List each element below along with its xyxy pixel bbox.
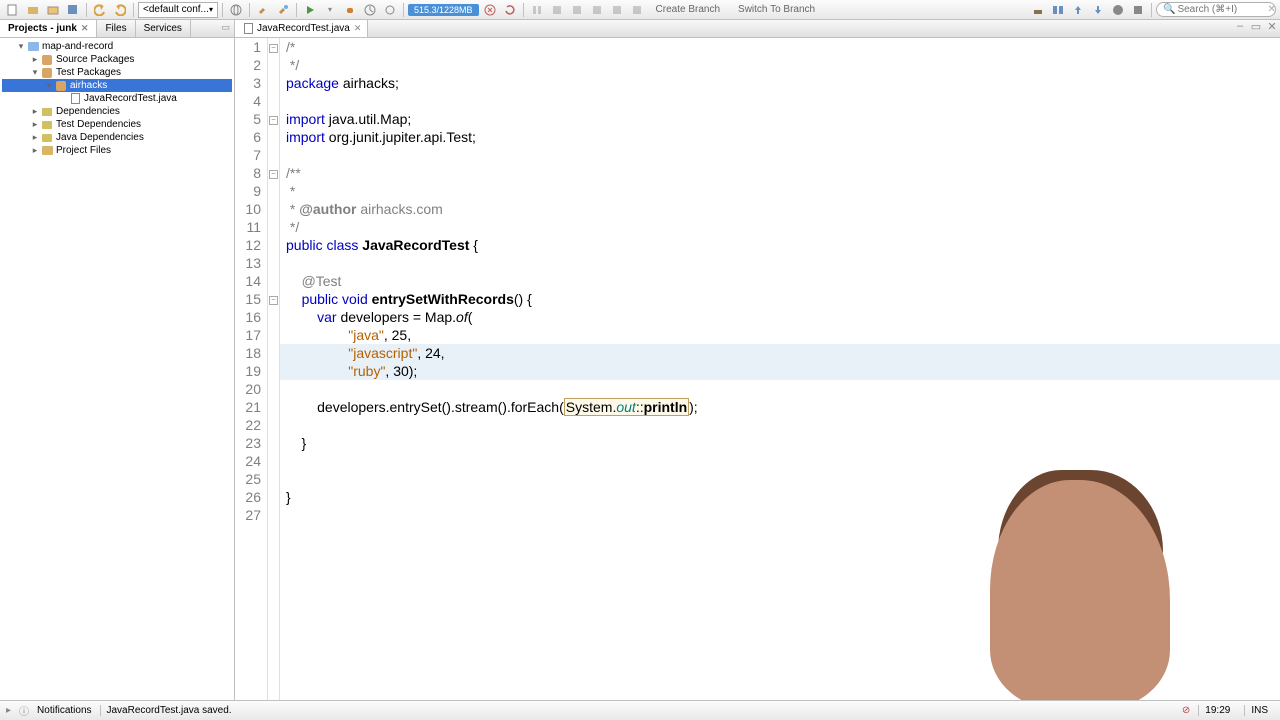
minimize-editor-icon[interactable]: ‒	[1232, 20, 1248, 37]
config-combo[interactable]: <default conf...▾	[138, 2, 218, 18]
build-icon[interactable]	[254, 2, 272, 18]
close-tab-icon[interactable]: ✕	[81, 23, 89, 34]
profile-icon[interactable]	[361, 2, 379, 18]
tree-node-map-and-record[interactable]: ▾map-and-record	[2, 40, 232, 53]
tab-services[interactable]: Services	[136, 20, 191, 37]
tree-node-project-files[interactable]: ▸Project Files	[2, 144, 232, 157]
project-tree[interactable]: ▾map-and-record▸Source Packages▾Test Pac…	[0, 38, 234, 700]
notifications-label[interactable]: Notifications	[37, 705, 91, 716]
search-icon: 🔍	[1163, 4, 1175, 15]
webcam-overlay	[980, 430, 1200, 700]
run-dropdown-icon[interactable]: ▾	[321, 2, 339, 18]
switch-branch-link[interactable]: Switch To Branch	[730, 4, 823, 15]
fold-toggle-icon[interactable]: −	[269, 116, 278, 125]
open-icon[interactable]	[44, 2, 62, 18]
status-bar: ▸ ⓘ Notifications JavaRecordTest.java sa…	[0, 700, 1280, 720]
insert-mode: INS	[1244, 705, 1274, 716]
editor-area: JavaRecordTest.java ✕ ‒ ▭ ✕ 123456789101…	[235, 20, 1280, 700]
git-push-icon[interactable]	[1069, 2, 1087, 18]
save-all-icon[interactable]	[64, 2, 82, 18]
attach-debugger-icon[interactable]	[381, 2, 399, 18]
fold-toggle-icon[interactable]: −	[269, 170, 278, 179]
run-to-cursor-icon[interactable]	[608, 2, 626, 18]
globe-icon[interactable]	[227, 2, 245, 18]
minimize-panel-icon[interactable]: ▭	[217, 20, 234, 37]
tree-node-dependencies[interactable]: ▸Dependencies	[2, 105, 232, 118]
close-editor-tab-icon[interactable]: ✕	[354, 23, 362, 34]
search-input[interactable]	[1177, 4, 1267, 15]
step-out-icon[interactable]	[588, 2, 606, 18]
apply-code-icon[interactable]	[628, 2, 646, 18]
redo-icon[interactable]	[111, 2, 129, 18]
step-into-icon[interactable]	[568, 2, 586, 18]
git-history-icon[interactable]	[1109, 2, 1127, 18]
tab-files[interactable]: Files	[97, 20, 135, 37]
tree-node-test-dependencies[interactable]: ▸Test Dependencies	[2, 118, 232, 131]
error-indicator-icon[interactable]: ⊘	[1182, 705, 1190, 716]
editor-tab-javarecordtest[interactable]: JavaRecordTest.java ✕	[235, 20, 368, 37]
tree-node-javarecordtest-java[interactable]: JavaRecordTest.java	[2, 92, 232, 105]
status-message: JavaRecordTest.java saved.	[100, 705, 238, 716]
notifications-icon[interactable]: ⓘ	[19, 703, 29, 718]
git-commit-icon[interactable]	[1029, 2, 1047, 18]
debug-icon[interactable]	[341, 2, 359, 18]
editor-tabs: JavaRecordTest.java ✕ ‒ ▭ ✕	[235, 20, 1280, 38]
close-editor-icon[interactable]: ✕	[1264, 20, 1280, 37]
step-over-icon[interactable]	[548, 2, 566, 18]
reload-icon[interactable]	[501, 2, 519, 18]
java-file-icon	[241, 23, 255, 35]
expand-output-icon[interactable]: ▸	[6, 705, 11, 716]
global-search[interactable]: 🔍 ✕	[1156, 2, 1276, 17]
line-gutter[interactable]: 1234567891011121314151617181920212223242…	[235, 38, 268, 700]
projects-panel: Projects - junk✕ Files Services ▭ ▾map-a…	[0, 20, 235, 700]
gc-icon[interactable]	[481, 2, 499, 18]
tab-projects[interactable]: Projects - junk✕	[0, 20, 97, 37]
clean-build-icon[interactable]	[274, 2, 292, 18]
undo-icon[interactable]	[91, 2, 109, 18]
run-icon[interactable]	[301, 2, 319, 18]
fold-toggle-icon[interactable]: −	[269, 44, 278, 53]
tree-node-airhacks[interactable]: ▾airhacks	[2, 79, 232, 92]
clear-search-icon[interactable]: ✕	[1267, 4, 1275, 15]
tree-node-test-packages[interactable]: ▾Test Packages	[2, 66, 232, 79]
create-branch-link[interactable]: Create Branch	[648, 4, 728, 15]
fold-toggle-icon[interactable]: −	[269, 296, 278, 305]
memory-indicator[interactable]: 515.3/1228MB	[408, 4, 479, 16]
fold-column[interactable]: − − − −	[268, 38, 280, 700]
cursor-position: 19:29	[1198, 705, 1236, 716]
tree-node-source-packages[interactable]: ▸Source Packages	[2, 53, 232, 66]
maximize-editor-icon[interactable]: ▭	[1248, 20, 1264, 37]
new-file-icon[interactable]	[4, 2, 22, 18]
code-editor[interactable]: 1234567891011121314151617181920212223242…	[235, 38, 1280, 700]
git-diff-icon[interactable]	[1049, 2, 1067, 18]
left-panel-tabs: Projects - junk✕ Files Services ▭	[0, 20, 234, 38]
main-toolbar: <default conf...▾ ▾ 515.3/1228MB Create …	[0, 0, 1280, 20]
tree-node-java-dependencies[interactable]: ▸Java Dependencies	[2, 131, 232, 144]
git-pull-icon[interactable]	[1089, 2, 1107, 18]
new-project-icon[interactable]	[24, 2, 42, 18]
pause-icon[interactable]	[528, 2, 546, 18]
git-revert-icon[interactable]	[1129, 2, 1147, 18]
